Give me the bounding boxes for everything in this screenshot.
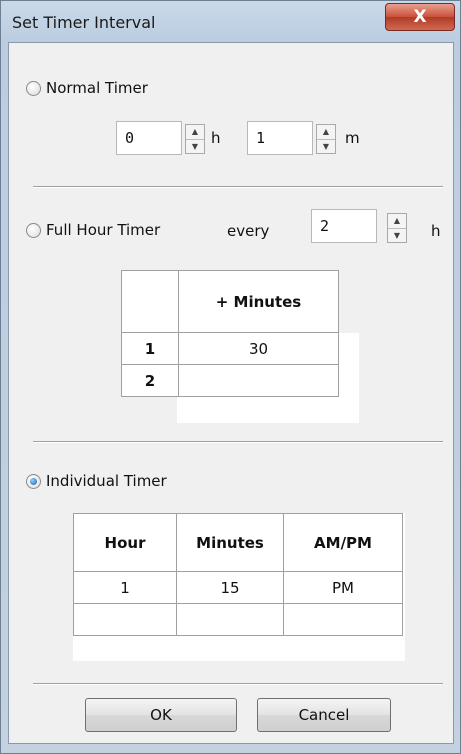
table-header-row: Hour Minutes AM/PM: [73, 513, 403, 572]
ampm-cell[interactable]: [283, 603, 403, 636]
dialog-body: Normal Timer 0 ▲ ▼ h 1 ▲ ▼ m Full Hour T…: [8, 42, 454, 744]
minutes-cell[interactable]: [176, 603, 284, 636]
normal-timer-label: Normal Timer: [46, 79, 148, 97]
minutes-unit-label: m: [345, 129, 360, 147]
hour-column-header: Hour: [73, 513, 177, 572]
hour-cell[interactable]: [73, 603, 177, 636]
table-row: 1 15 PM: [73, 571, 403, 604]
individual-timer-label: Individual Timer: [46, 472, 167, 490]
spin-down-icon[interactable]: ▼: [317, 139, 335, 154]
spin-up-icon[interactable]: ▲: [317, 125, 335, 139]
title-bar[interactable]: Set Timer Interval X: [0, 0, 461, 42]
full-hour-timer-option[interactable]: Full Hour Timer: [26, 221, 160, 239]
table-row: 1 30: [121, 332, 339, 365]
normal-timer-radio[interactable]: [26, 80, 41, 96]
ampm-cell[interactable]: PM: [283, 571, 403, 604]
individual-timer-table: Hour Minutes AM/PM 1 15 PM: [73, 513, 403, 636]
full-hour-timer-radio[interactable]: [26, 222, 41, 238]
hours-unit-label: h: [211, 129, 221, 147]
table-row: [73, 603, 403, 636]
ampm-column-header: AM/PM: [283, 513, 403, 572]
full-hour-minutes-table: + Minutes 1 30 2: [121, 270, 339, 397]
table-row: 2: [121, 364, 339, 397]
spin-down-icon[interactable]: ▼: [186, 139, 204, 154]
separator: [33, 186, 443, 188]
every-hours-input[interactable]: 2: [311, 209, 377, 243]
spin-up-icon[interactable]: ▲: [388, 214, 406, 228]
every-hours-spinner[interactable]: ▲ ▼: [387, 213, 407, 243]
minutes-column-header: Minutes: [176, 513, 284, 572]
minutes-spinner[interactable]: ▲ ▼: [316, 124, 336, 154]
minutes-column-header: + Minutes: [178, 270, 339, 333]
table-header-row: + Minutes: [121, 270, 339, 333]
corner-cell: [121, 270, 179, 333]
cancel-button[interactable]: Cancel: [257, 698, 391, 732]
row-index: 1: [121, 332, 179, 365]
every-label: every: [227, 222, 270, 240]
spin-up-icon[interactable]: ▲: [186, 125, 204, 139]
row-index: 2: [121, 364, 179, 397]
separator: [33, 441, 443, 443]
hour-cell[interactable]: 1: [73, 571, 177, 604]
window-title: Set Timer Interval: [12, 13, 156, 32]
full-hour-timer-label: Full Hour Timer: [46, 221, 161, 239]
every-hours-unit-label: h: [431, 222, 441, 240]
close-button[interactable]: X: [385, 3, 455, 31]
individual-timer-option[interactable]: Individual Timer: [26, 472, 167, 490]
close-icon: X: [413, 7, 427, 27]
minutes-cell[interactable]: 15: [176, 571, 284, 604]
minutes-input[interactable]: 1: [247, 121, 313, 155]
minutes-cell[interactable]: 30: [178, 332, 339, 365]
normal-timer-option[interactable]: Normal Timer: [26, 79, 148, 97]
ok-button[interactable]: OK: [85, 698, 237, 732]
minutes-cell[interactable]: [178, 364, 339, 397]
spin-down-icon[interactable]: ▼: [388, 228, 406, 243]
separator: [33, 683, 443, 685]
hours-spinner[interactable]: ▲ ▼: [185, 124, 205, 154]
individual-timer-radio[interactable]: [26, 473, 41, 489]
hours-input[interactable]: 0: [116, 121, 182, 155]
